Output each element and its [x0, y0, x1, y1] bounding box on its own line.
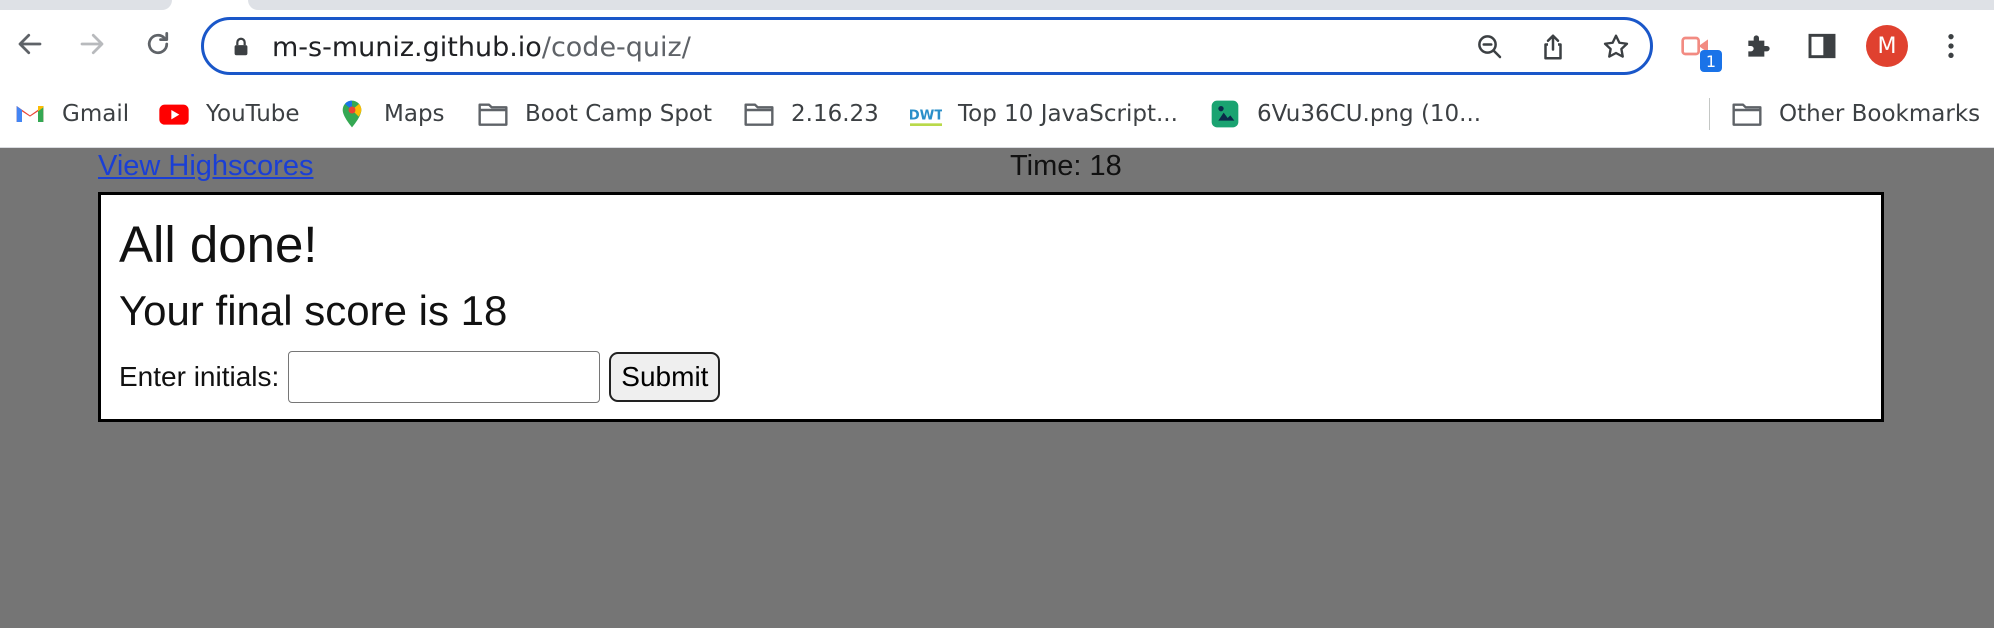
puzzle-icon — [1748, 35, 1770, 57]
folder-icon — [477, 98, 509, 130]
folder-icon — [1731, 98, 1763, 130]
dwt-icon: DWT — [910, 98, 942, 130]
bookmark-label: Maps — [384, 101, 445, 127]
extensions-button[interactable] — [1741, 28, 1777, 64]
youtube-icon — [158, 98, 190, 130]
results-card: All done! Your final score is 18 Enter i… — [98, 192, 1884, 422]
reload-button[interactable] — [138, 24, 178, 64]
url-path: /code-quiz/ — [541, 32, 691, 63]
bookmarks-bar: Gmail YouTube Maps Boot Camp Spot 2.16.2… — [0, 82, 1994, 148]
bookmarks-separator — [1709, 98, 1710, 130]
bookmark-gmail[interactable]: Gmail — [14, 95, 129, 133]
share-icon — [1544, 34, 1562, 60]
address-bar[interactable]: m-s-muniz.github.io/code-quiz/ — [201, 17, 1653, 75]
star-icon — [1603, 34, 1629, 58]
gmail-icon — [14, 98, 46, 130]
image-icon — [1209, 98, 1241, 130]
timer: Time: 18 — [1010, 150, 1122, 183]
arrow-left-icon — [18, 33, 42, 55]
submit-button[interactable]: Submit — [609, 352, 721, 402]
timer-label: Time: — [1010, 150, 1082, 182]
zoom-out-icon — [1478, 35, 1502, 59]
bookmark-folder-2-16-23[interactable]: 2.16.23 — [743, 95, 879, 133]
profile-avatar[interactable]: M — [1866, 25, 1908, 67]
initials-form: Enter initials: Submit — [119, 351, 721, 403]
tab-inactive[interactable] — [0, 0, 172, 10]
url-text[interactable]: m-s-muniz.github.io/code-quiz/ — [272, 32, 691, 63]
bookmark-top-10-javascript[interactable]: DWT Top 10 JavaScript... — [910, 95, 1178, 133]
bookmark-label: Boot Camp Spot — [525, 101, 713, 127]
bookmark-label: Gmail — [62, 101, 130, 127]
initials-label: Enter initials: — [119, 361, 280, 392]
extension-badge: 1 — [1700, 50, 1722, 72]
bookmark-label: 2.16.23 — [791, 101, 879, 127]
initials-input[interactable] — [288, 351, 601, 403]
svg-text:DWT: DWT — [910, 108, 942, 123]
extension-button[interactable]: 1 — [1678, 28, 1722, 72]
menu-button[interactable] — [1933, 28, 1969, 64]
bookmark-star-button[interactable] — [1601, 32, 1631, 62]
tab-strip — [0, 0, 1994, 10]
bookmark-label: Top 10 JavaScript... — [958, 101, 1178, 127]
reload-icon — [147, 32, 169, 55]
timer-value: 18 — [1089, 150, 1122, 182]
bookmark-6vu36cu-png[interactable]: 6Vu36CU.png (10... — [1209, 95, 1481, 133]
other-bookmarks-folder[interactable]: Other Bookmarks — [1731, 95, 1980, 133]
side-panel-icon — [1808, 33, 1836, 59]
tab-inactive[interactable] — [248, 0, 1994, 10]
arrow-right-icon — [80, 33, 104, 55]
final-score-text: Your final score is 18 — [119, 287, 508, 334]
lock-icon — [234, 37, 248, 56]
folder-icon — [743, 98, 775, 130]
forward-button[interactable] — [72, 24, 112, 64]
bookmark-label: YouTube — [206, 101, 300, 127]
bookmark-youtube[interactable]: YouTube — [158, 95, 300, 133]
browser-toolbar: m-s-muniz.github.io/code-quiz/ 1 M — [0, 10, 1994, 82]
bookmark-maps[interactable]: Maps — [336, 95, 445, 133]
more-vertical-icon — [1948, 34, 1954, 58]
bookmark-folder-boot-camp-spot[interactable]: Boot Camp Spot — [477, 95, 712, 133]
results-title: All done! — [119, 216, 318, 273]
url-host: m-s-muniz.github.io — [272, 32, 542, 63]
other-bookmarks-label: Other Bookmarks — [1779, 101, 1981, 127]
page-content: View Highscores Time: 18 All done! Your … — [0, 148, 1994, 628]
share-button[interactable] — [1538, 32, 1568, 62]
back-button[interactable] — [10, 24, 50, 64]
maps-icon — [336, 98, 368, 130]
side-panel-button[interactable] — [1804, 28, 1840, 64]
bookmark-label: 6Vu36CU.png (10... — [1257, 101, 1482, 127]
zoom-out-button[interactable] — [1475, 32, 1505, 62]
view-highscores-link[interactable]: View Highscores — [98, 150, 313, 183]
